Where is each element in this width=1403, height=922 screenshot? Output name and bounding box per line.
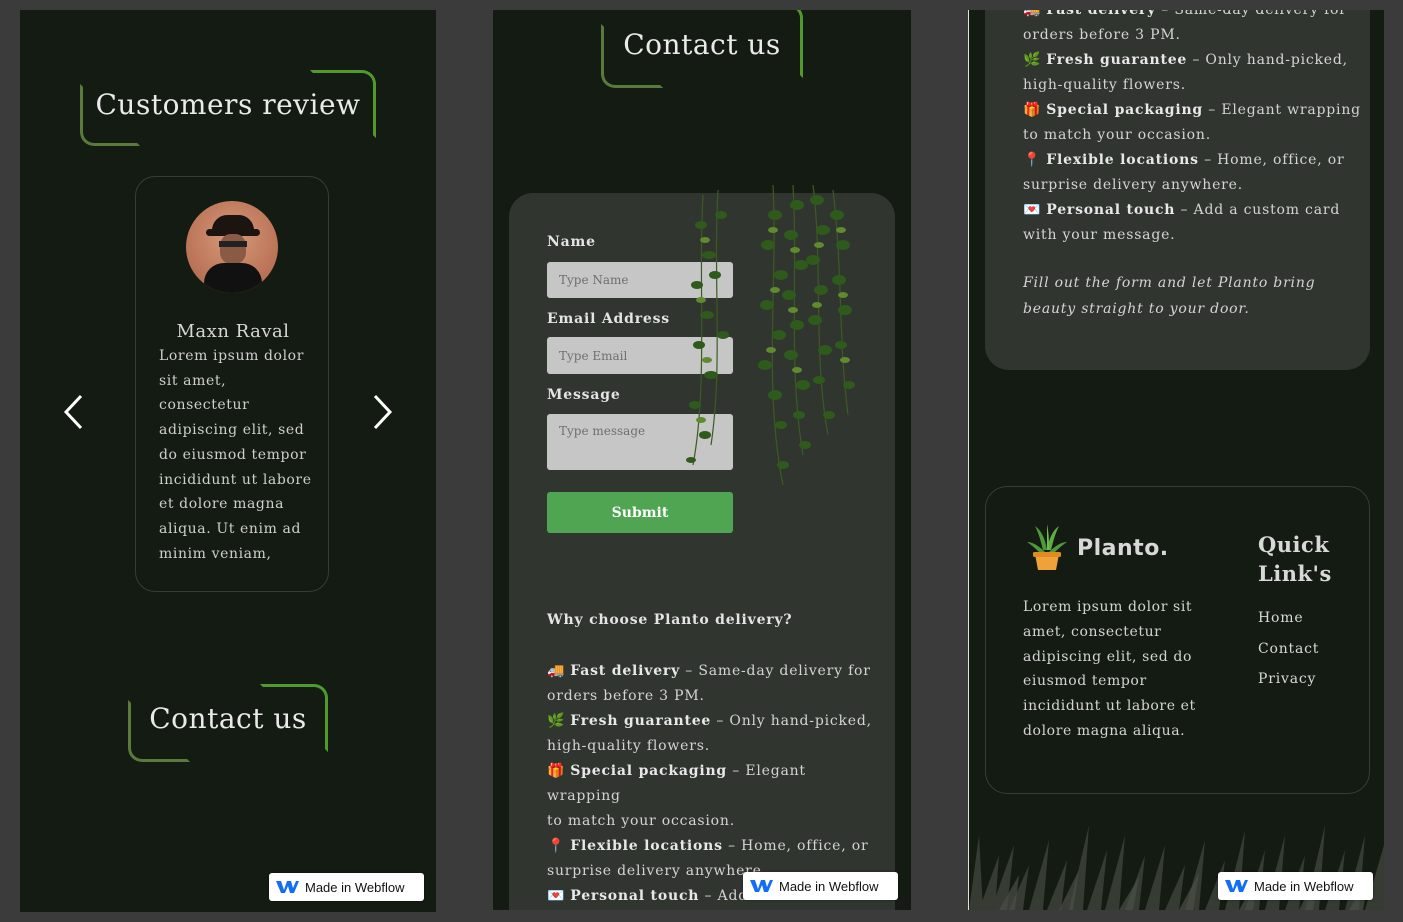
list-item: 🌿 Fresh guarantee – Only hand-picked, — [1023, 48, 1363, 73]
list-item: 📍 Flexible locations – Home, office, or — [1023, 148, 1363, 173]
webflow-icon — [276, 881, 299, 893]
love-letter-icon: 💌 — [547, 888, 566, 904]
features-list: 🚚 Fast delivery – Same-day delivery for … — [1023, 10, 1363, 248]
hanging-plant-image — [686, 185, 855, 486]
location-pin-icon: 📍 — [1023, 152, 1042, 168]
contact-us-heading: Contact us — [601, 10, 803, 88]
section-title: Contact us — [623, 28, 781, 61]
list-item: 💌 Personal touch – Add a custom card — [1023, 198, 1363, 223]
webflow-icon — [750, 880, 773, 892]
badge-label: Made in Webflow — [779, 878, 879, 894]
name-label: Name — [547, 234, 596, 250]
section-title: Customers review — [95, 88, 361, 121]
chevron-left-icon[interactable] — [62, 392, 86, 432]
footer-description: Lorem ipsum dolor sit amet, consectetur … — [1023, 599, 1196, 739]
made-in-webflow-badge[interactable]: Made in Webflow — [1218, 872, 1373, 900]
gift-icon: 🎁 — [547, 763, 566, 779]
footer-link-privacy[interactable]: Privacy — [1258, 671, 1316, 687]
customers-review-panel: Customers review Maxn Raval Lorem ipsum … — [20, 10, 436, 912]
delivery-truck-icon: 🚚 — [1023, 10, 1042, 18]
footer-link-contact[interactable]: Contact — [1258, 641, 1319, 657]
list-item: 🚚 Fast delivery – Same-day delivery for — [1023, 10, 1363, 23]
made-in-webflow-badge[interactable]: Made in Webflow — [269, 873, 424, 901]
list-item: 🎁 Special packaging – Elegant wrapping — [1023, 98, 1363, 123]
list-item: 📍 Flexible locations – Home, office, or — [547, 834, 877, 859]
gift-icon: 🎁 — [1023, 102, 1042, 118]
quick-links-title: Quick Link's — [1258, 532, 1332, 586]
list-item: 🚚 Fast delivery – Same-day delivery for — [547, 659, 877, 684]
chevron-right-icon[interactable] — [370, 392, 394, 432]
review-card: Maxn Raval Lorem ipsum dolor sit amet, c… — [135, 176, 329, 592]
contact-form-panel: Contact us Name Email Address Message Su… — [493, 10, 911, 910]
brand-logo-text[interactable]: Planto. — [1077, 536, 1169, 561]
contact-us-heading: Contact us — [128, 684, 328, 762]
footer-panel: 🚚 Fast delivery – Same-day delivery for … — [969, 10, 1384, 910]
customers-review-heading: Customers review — [80, 70, 376, 146]
badge-label: Made in Webflow — [1254, 878, 1354, 894]
section-title: Contact us — [149, 702, 307, 735]
message-label: Message — [547, 387, 621, 403]
review-text: Lorem ipsum dolor sit amet, consectetur … — [159, 348, 312, 562]
made-in-webflow-badge[interactable]: Made in Webflow — [743, 872, 898, 900]
list-item: 🎁 Special packaging – Elegant wrapping — [547, 759, 877, 809]
footer-link-home[interactable]: Home — [1258, 610, 1303, 626]
badge-label: Made in Webflow — [305, 879, 405, 895]
delivery-truck-icon: 🚚 — [547, 663, 566, 679]
list-item: 🌿 Fresh guarantee – Only hand-picked, — [547, 709, 877, 734]
reviewer-name: Maxn Raval — [176, 321, 290, 342]
avatar — [186, 201, 278, 293]
why-choose-heading: Why choose Planto delivery? — [547, 612, 793, 628]
herb-icon: 🌿 — [1023, 52, 1042, 68]
potted-plant-icon — [1027, 524, 1067, 570]
fill-form-note: Fill out the form and let Planto bring b… — [1023, 275, 1316, 317]
webflow-icon — [1225, 880, 1248, 892]
love-letter-icon: 💌 — [1023, 202, 1042, 218]
location-pin-icon: 📍 — [547, 838, 566, 854]
herb-icon: 🌿 — [547, 713, 566, 729]
email-label: Email Address — [547, 311, 670, 327]
